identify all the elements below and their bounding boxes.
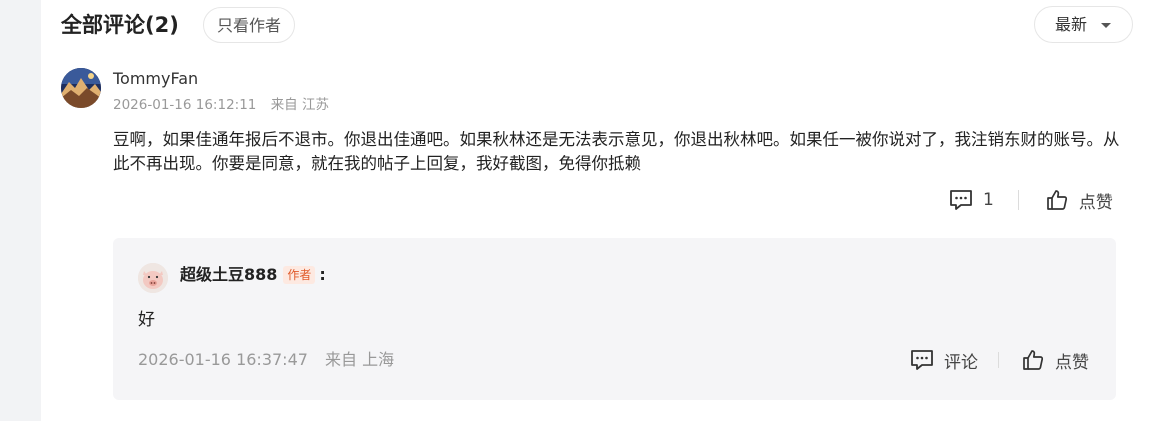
reply-comment-button[interactable]: 评论 — [910, 348, 978, 373]
reply-author-name[interactable]: 超级土豆888 — [180, 264, 277, 286]
sort-dropdown[interactable]: 最新 — [1034, 6, 1133, 43]
reply-actions: 评论 点赞 — [910, 346, 1089, 374]
reply-count-button[interactable]: 1 — [949, 189, 994, 211]
like-label: 点赞 — [1078, 192, 1113, 213]
reply-time: 2026-01-16 16:37:47 — [138, 350, 308, 369]
sort-label: 最新 — [1055, 15, 1088, 34]
comment-bubble-icon — [949, 189, 973, 211]
comment-username[interactable]: TommyFan — [113, 68, 198, 90]
reply-colon: : — [319, 265, 326, 284]
comment-meta: 2026-01-16 16:12:11 来自 江苏 — [113, 96, 329, 114]
reply-count: 1 — [983, 190, 994, 210]
comments-panel: 全部评论(2) 只看作者 最新 TommyFan 2026-01-16 16:1… — [41, 0, 1156, 421]
thumbs-up-icon — [1045, 188, 1069, 212]
caret-down-icon — [1101, 23, 1111, 28]
like-button[interactable]: 点赞 — [1045, 188, 1113, 213]
reply-meta: 2026-01-16 16:37:47 来自 上海 — [138, 348, 394, 372]
comment-time: 2026-01-16 16:12:11 — [113, 97, 257, 113]
reply-comment-label: 评论 — [944, 352, 978, 373]
avatar[interactable] — [138, 263, 168, 293]
reply-like-label: 点赞 — [1055, 352, 1089, 373]
action-divider — [998, 352, 999, 368]
author-only-filter-button[interactable]: 只看作者 — [203, 7, 296, 43]
reply-author-line: 超级土豆888 作者 : — [180, 264, 326, 286]
reply-like-button[interactable]: 点赞 — [1021, 348, 1089, 373]
comment-bubble-icon — [910, 349, 934, 371]
author-badge: 作者 — [283, 266, 316, 284]
comments-title: 全部评论(2) — [61, 13, 179, 37]
comment-actions: 1 点赞 — [949, 186, 1113, 214]
comment-location: 来自 江苏 — [270, 97, 329, 113]
reply-location: 来自 上海 — [325, 350, 395, 369]
action-divider — [1017, 190, 1019, 210]
reply-text: 好 — [138, 310, 155, 330]
comment-text: 豆啊，如果佳通年报后不退市。你退出佳通吧。如果秋林还是无法表示意见，你退出秋林吧… — [113, 130, 1120, 173]
reply-box: 超级土豆888 作者 : 好 2026-01-16 16:37:47 来自 上海… — [113, 238, 1116, 400]
avatar[interactable] — [61, 68, 101, 108]
thumbs-up-icon — [1021, 348, 1045, 372]
